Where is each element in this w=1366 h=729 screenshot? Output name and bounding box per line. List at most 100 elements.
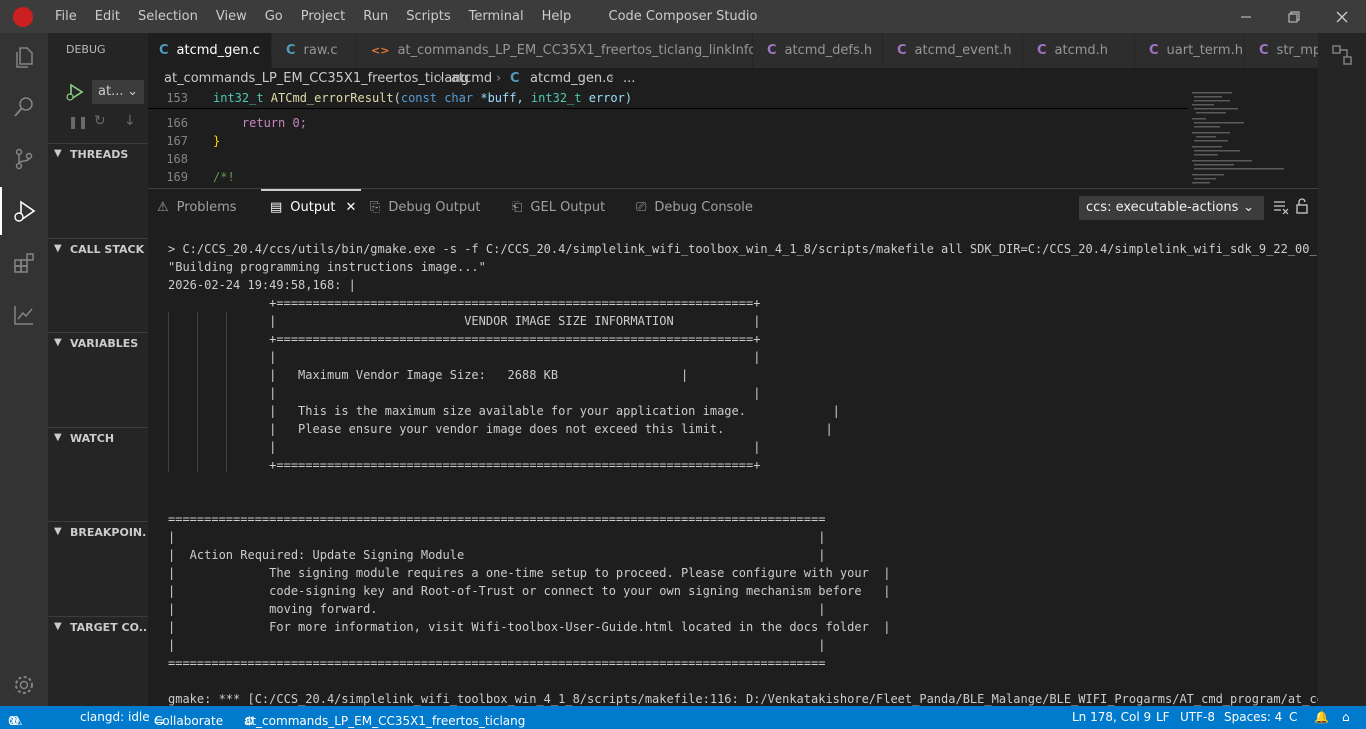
debug-config-select[interactable]: at... ⌄ (92, 80, 144, 104)
section-threads[interactable]: ▼ THREADS (48, 143, 148, 165)
output-line: | | (168, 386, 761, 400)
tab-uart-term-h[interactable]: Cuart_term.h (1135, 33, 1245, 68)
menu-bar: File Edit Selection View Go Project Run … (46, 0, 580, 33)
start-debugging-icon[interactable] (65, 82, 85, 102)
chevron-down-icon: ⌄ (127, 84, 138, 99)
source-control-button[interactable] (0, 135, 48, 183)
tab-atcmd-event-h[interactable]: Catcmd_event.h (883, 33, 1023, 68)
close-window-button[interactable] (1318, 0, 1366, 33)
output-line: | VENDOR IMAGE SIZE INFORMATION | (168, 314, 761, 328)
menu-terminal[interactable]: Terminal (460, 0, 533, 33)
section-breakpoints[interactable]: ▼BREAKPOIN... (48, 521, 148, 543)
output-line: | Maximum Vendor Image Size: 2688 KB | (168, 368, 689, 382)
output-line: | | (168, 530, 826, 544)
menu-view[interactable]: View (207, 0, 256, 33)
run-debug-button[interactable] (0, 187, 48, 235)
tab-str-mp[interactable]: Cstr_mp (1245, 33, 1318, 68)
output-icon: ⎗ (512, 200, 523, 215)
minimize-button[interactable] (1222, 0, 1270, 33)
section-variables[interactable]: ▼ VARIABLES (48, 332, 148, 354)
clear-output-button[interactable] (1273, 199, 1289, 215)
output-line: | For more information, visit Wifi-toolb… (168, 620, 891, 634)
output-line: | moving forward. | (168, 602, 826, 616)
tab-atcmd-defs-h[interactable]: Catcmd_defs.h (753, 33, 883, 68)
bell-icon[interactable]: 🔔 (1314, 710, 1329, 724)
c-file-icon: C (286, 43, 296, 58)
tab-gel-output[interactable]: ⎗ GEL Output (512, 189, 605, 226)
tab-output[interactable]: ▤ Output ✕ (270, 189, 356, 226)
lock-icon (1296, 198, 1308, 214)
output-scrollbar[interactable] (1306, 226, 1318, 706)
tab-problems[interactable]: ⚠ Problems (157, 189, 237, 226)
menu-project[interactable]: Project (292, 0, 354, 33)
minimap[interactable] (1188, 90, 1306, 188)
run-debug-icon (14, 200, 36, 222)
menu-selection[interactable]: Selection (129, 0, 207, 33)
breadcrumb-project[interactable]: at_commands_LP_EM_CC35X1_freertos_ticlan… (164, 71, 469, 86)
menu-scripts[interactable]: Scripts (397, 0, 459, 33)
output-line: | This is the maximum size available for… (168, 404, 840, 418)
output-line: | Action Required: Update Signing Module… (168, 548, 826, 562)
output-line: | | (168, 638, 826, 652)
analysis-button[interactable] (0, 291, 48, 339)
settings-button[interactable] (0, 661, 48, 709)
cursor-position[interactable]: Ln 178, Col 9 (1072, 710, 1151, 724)
step-into-icon[interactable]: ↓ (124, 113, 136, 129)
tab-raw-c[interactable]: Craw.c (272, 33, 357, 68)
tab-debug-console[interactable]: ⎚ Debug Console (636, 189, 753, 226)
output-panel[interactable]: > C:/CCS_20.4/ccs/utils/bin/gmake.exe -s… (148, 226, 1318, 706)
output-line: | The signing module requires a one-time… (168, 566, 891, 580)
chevron-down-icon: ▼ (54, 432, 62, 443)
chevron-down-icon: ▼ (54, 243, 62, 254)
indentation-status[interactable]: Spaces: 4 (1224, 710, 1282, 724)
debug-toolbar: at... ⌄ (48, 78, 148, 106)
problems-status[interactable]: ⊗ 0 ⚠ 0 (8, 710, 23, 728)
notifications-icon[interactable]: ⌂ (1342, 710, 1350, 724)
tab-debug-output[interactable]: ⎘ Debug Output (370, 189, 480, 226)
breadcrumb-folder[interactable]: atcmd (451, 71, 492, 86)
language-status[interactable]: C (1289, 710, 1297, 724)
search-button[interactable] (0, 83, 48, 131)
gear-icon (15, 676, 33, 694)
title-bar: File Edit Selection View Go Project Run … (0, 0, 1366, 33)
editor-scrollbar[interactable] (1306, 90, 1318, 188)
encoding-status[interactable]: UTF-8 (1180, 710, 1215, 724)
indent-guide (226, 312, 227, 472)
extensions-button[interactable] (0, 239, 48, 287)
output-channel-select[interactable]: ccs: executable-actions ⌄ (1079, 196, 1264, 220)
restore-button[interactable] (1270, 0, 1318, 33)
output-line: gmake: *** [C:/CCS_20.4/simplelink_wifi_… (168, 692, 1318, 706)
section-watch[interactable]: ▼ WATCH (48, 427, 148, 449)
pause-icon[interactable]: ❚❚ (68, 115, 88, 129)
indent-guide (168, 312, 169, 472)
output-line: +=======================================… (168, 458, 761, 472)
tab-atcmd-h[interactable]: Catcmd.h (1023, 33, 1135, 68)
breadcrumb-symbol[interactable]: ... (623, 71, 635, 86)
output-line: 2026-02-24 19:49:58,168: | (168, 278, 356, 292)
menu-edit[interactable]: Edit (86, 0, 129, 33)
explorer-button[interactable] (0, 33, 48, 81)
close-tab-icon[interactable]: ✕ (345, 200, 356, 215)
menu-help[interactable]: Help (533, 0, 581, 33)
breadcrumb-file[interactable]: atcmd_gen.c (530, 71, 613, 86)
extensions-icon (14, 253, 34, 273)
chevron-down-icon: ⌄ (1243, 200, 1254, 215)
menu-run[interactable]: Run (354, 0, 397, 33)
sticky-scroll[interactable]: 153 int32_t ATCmd_errorResult(const char… (148, 90, 1188, 109)
output-line: +=======================================… (168, 332, 761, 346)
code-editor[interactable]: 153 int32_t ATCmd_errorResult(const char… (148, 90, 1188, 188)
restart-icon[interactable]: ↻ (94, 113, 106, 129)
tab-atcmd-gen-c[interactable]: Catcmd_gen.c✕ (148, 33, 281, 68)
tab-linkinfo-xml[interactable]: <> at_commands_LP_EM_CC35X1_freertos_ticl… (357, 33, 784, 68)
output-line: | | (168, 440, 761, 454)
menu-go[interactable]: Go (256, 0, 292, 33)
app-logo (13, 7, 33, 27)
menu-file[interactable]: File (46, 0, 86, 33)
lock-scroll-button[interactable] (1294, 198, 1310, 214)
eol-status[interactable]: LF (1156, 710, 1170, 724)
h-file-icon: C (1149, 43, 1159, 58)
section-target-config[interactable]: ▼ TARGET CO... (48, 616, 148, 638)
clangd-status[interactable]: clangd: idle (80, 710, 150, 724)
split-editor-icon[interactable] (1330, 43, 1354, 67)
section-call-stack[interactable]: ▼ CALL STACK (48, 238, 148, 260)
